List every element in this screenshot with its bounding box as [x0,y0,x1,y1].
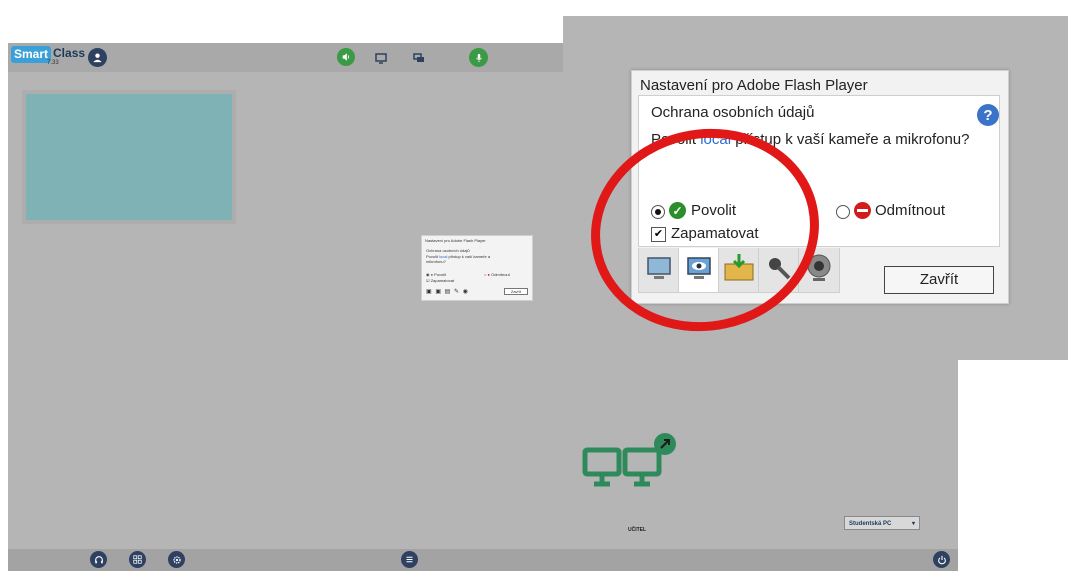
mini-close-button[interactable]: Zavřít [504,288,528,295]
highlight-circle [591,128,819,332]
student-thumbnail[interactable] [22,90,236,224]
mini-section: Ochrana osobních údajů [426,248,470,253]
settings-button[interactable] [168,551,185,568]
mini-deny-option[interactable]: ○ ● Odmítnout [484,272,510,277]
student-pc-select[interactable]: Studentská PC ▾ [844,516,920,530]
microphone-button[interactable] [469,48,488,67]
settings-icon [172,555,181,564]
privacy-heading: Ochrana osobních údajů [651,104,815,121]
headset-button[interactable] [90,551,107,568]
chat-icon [413,53,424,62]
version-label: 7.33 [47,60,59,66]
chevron-down-icon: ▾ [911,521,915,527]
mini-question-line2: mikrofonu? [426,259,446,264]
speaker-button[interactable] [337,48,355,66]
smartclass-logo: Smart Class 7.33 [11,46,86,66]
teacher-computer-icon[interactable] [577,432,677,502]
headset-icon [94,555,103,563]
speaker-icon [342,53,350,61]
deny-label: Odmítnout [875,202,946,219]
mini-title: Nastavení pro Adobe Flash Player [425,238,486,243]
list-button[interactable] [401,551,418,568]
grid-button[interactable] [129,551,146,568]
list-icon [406,556,413,563]
deny-radio[interactable] [836,205,850,219]
users-button[interactable] [88,48,107,67]
power-icon [937,555,946,564]
mini-tab-icons: ▣ ▣ ▤ ✎ ◉ [426,289,469,295]
deny-icon [854,202,871,219]
mini-allow-option[interactable]: ◉ ● Povolit [426,272,446,277]
chat-button[interactable] [413,51,425,69]
close-button[interactable]: Zavřít [884,266,994,294]
student-select-value: Studentská PC [849,521,892,527]
mini-remember-checkbox[interactable]: ☑ Zapamatovat [426,278,454,283]
screen-share-button[interactable] [375,51,387,69]
teacher-label: UČITEL [628,527,647,533]
users-icon [93,53,102,63]
flash-dialog-small: Nastavení pro Adobe Flash Player Ochrana… [421,235,533,301]
bottom-toolbar [8,549,958,571]
monitor-icon [375,53,387,64]
grid-icon [133,555,142,564]
logo-smart: Smart [11,46,52,63]
power-button[interactable] [933,551,950,568]
dialog-title: Nastavení pro Adobe Flash Player [640,77,868,94]
microphone-icon [475,53,482,62]
logo-class: Class [53,46,86,60]
help-icon[interactable]: ? [977,104,999,126]
